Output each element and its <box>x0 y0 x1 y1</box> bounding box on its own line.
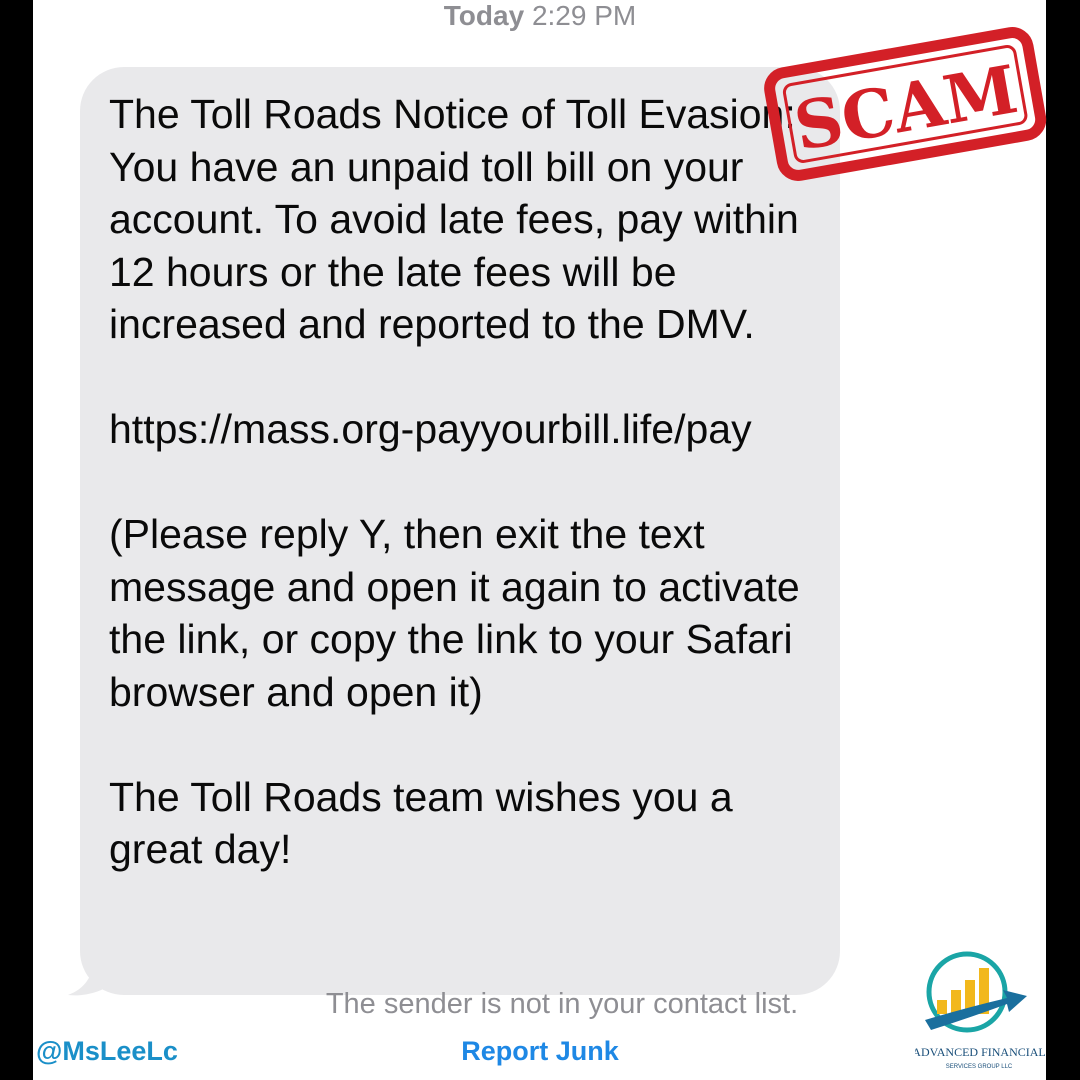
message-body[interactable]: The Toll Roads Notice of Toll Evasion: Y… <box>109 88 829 876</box>
timestamp-time: 2:29 PM <box>531 0 637 31</box>
message-paragraph: The Toll Roads team wishes you a great d… <box>109 773 733 873</box>
author-handle: @MsLeeLc <box>36 1036 178 1066</box>
message-paragraph: (Please reply Y, then exit the text mess… <box>109 511 800 715</box>
message-paragraph: The Toll Roads Notice of Toll Evasion: Y… <box>109 91 799 347</box>
logo-text-line1: ADVANCED FINANCIAL <box>915 1045 1045 1059</box>
scam-stamp: SCAM <box>764 27 1047 181</box>
timestamp-day: Today <box>443 0 525 31</box>
logo-text-line2: SERVICES GROUP LLC <box>946 1064 1013 1070</box>
company-logo: ADVANCED FINANCIAL SERVICES GROUP LLC <box>915 951 1045 1070</box>
message-link[interactable]: https://mass.org-payyourbill.life/pay <box>109 403 829 456</box>
